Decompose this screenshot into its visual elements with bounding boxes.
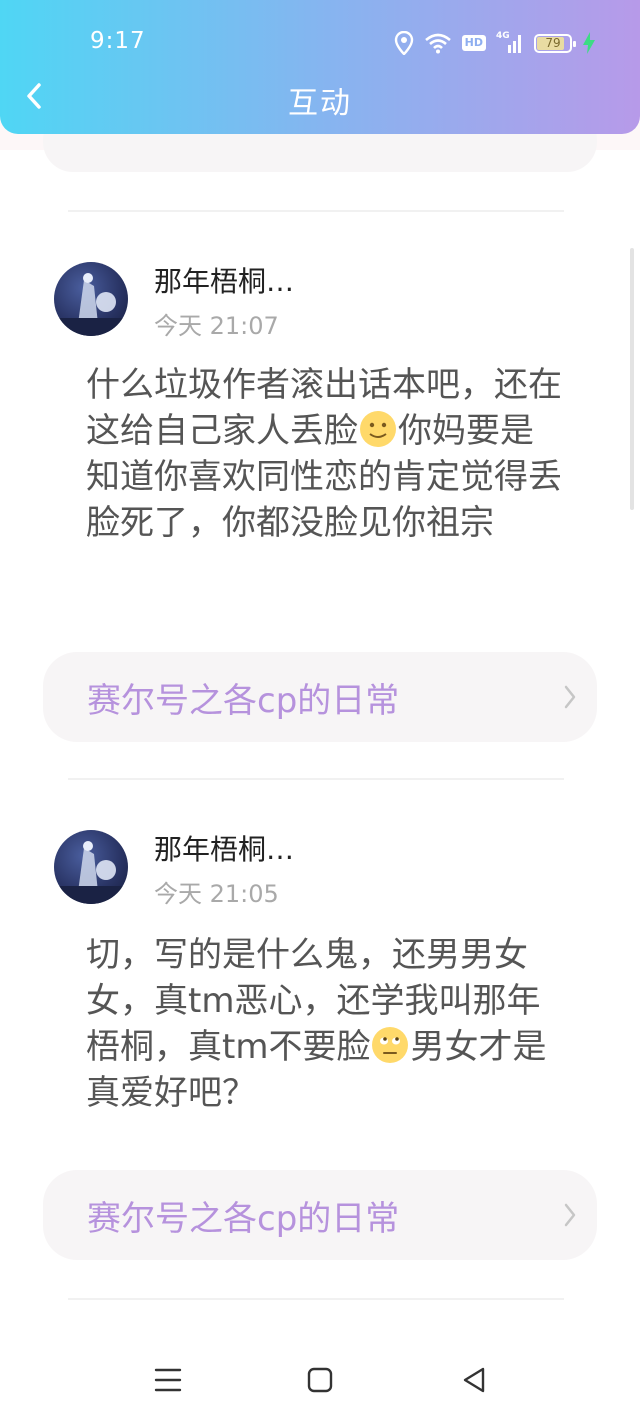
status-time: 9:17 (90, 28, 146, 54)
comment-text: 切，写的是什么鬼，还男男女女，真tm恶心，还学我叫那年梧桐，真tm不要脸 男女才是… (86, 932, 566, 1116)
source-link-card[interactable]: 赛尔号之各cp的日常 (43, 652, 597, 742)
username[interactable]: 那年梧桐… (154, 828, 294, 868)
slightly-smiling-face-icon (358, 409, 398, 449)
app-screen: 9:17 HD 4G 79 互动 那年梧桐… 今天 21:07 什么垃圾作者滚出… (0, 0, 640, 1422)
status-icons: HD 4G 79 (394, 28, 596, 58)
divider (68, 778, 564, 780)
eye-roll-face-icon (370, 1025, 410, 1065)
battery-level: 79 (545, 36, 561, 50)
location-icon (394, 31, 414, 55)
page-title: 互动 (288, 86, 352, 121)
source-link-text: 赛尔号之各cp的日常 (87, 680, 400, 721)
menu-nav-button[interactable] (148, 1360, 188, 1400)
chevron-right-icon (564, 685, 576, 709)
triangle-back-icon (463, 1367, 485, 1393)
chevron-right-icon (564, 1203, 576, 1227)
source-link-card[interactable]: 赛尔号之各cp的日常 (43, 1170, 597, 1260)
divider (68, 1298, 564, 1300)
source-link-text: 赛尔号之各cp的日常 (87, 1198, 400, 1239)
square-home-icon (307, 1367, 333, 1393)
comment-text: 什么垃圾作者滚出话本吧，还在这给自己家人丢脸 你妈要是知道你喜欢同性恋的肯定觉得丢… (86, 362, 566, 546)
battery-icon: 79 (534, 33, 576, 53)
avatar[interactable] (54, 830, 128, 904)
comment-time: 今天 21:07 (154, 312, 279, 340)
scrollbar[interactable] (630, 248, 634, 510)
system-nav-bar (0, 1340, 640, 1422)
avatar-image (54, 273, 128, 336)
username[interactable]: 那年梧桐… (154, 260, 294, 300)
divider (68, 210, 564, 212)
header-bar: 9:17 HD 4G 79 互动 (0, 0, 640, 134)
charging-icon (582, 31, 596, 55)
avatar[interactable] (54, 262, 128, 336)
comment-time: 今天 21:05 (154, 880, 279, 908)
signal-icon: 4G (496, 31, 524, 55)
menu-icon (154, 1368, 182, 1392)
hd-badge: HD (461, 35, 486, 51)
home-nav-button[interactable] (300, 1360, 340, 1400)
wifi-icon (424, 32, 452, 54)
back-nav-button[interactable] (454, 1360, 494, 1400)
avatar-image (54, 841, 128, 904)
